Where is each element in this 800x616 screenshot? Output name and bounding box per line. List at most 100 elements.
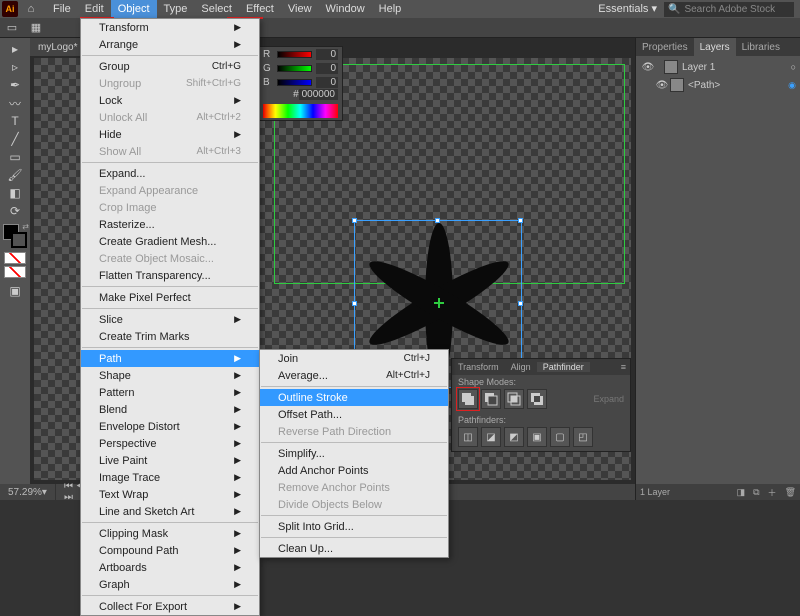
layer-row[interactable]: 👁 <Path> ◉ bbox=[636, 76, 800, 94]
menu-item-split-into-grid[interactable]: Split Into Grid... bbox=[260, 518, 448, 535]
tab-transform[interactable]: Transform bbox=[452, 362, 505, 372]
layer-row[interactable]: 👁 Layer 1 ○ bbox=[636, 58, 800, 76]
menu-item-slice[interactable]: Slice▶ bbox=[81, 311, 259, 328]
minus-front-button[interactable] bbox=[481, 389, 501, 409]
menu-item-expand[interactable]: Expand... bbox=[81, 165, 259, 182]
menu-effect[interactable]: Effect bbox=[239, 0, 281, 18]
tab-layers[interactable]: Layers bbox=[694, 38, 736, 56]
tab-pathfinder[interactable]: Pathfinder bbox=[537, 362, 590, 372]
crop-button[interactable]: ▣ bbox=[527, 427, 547, 447]
menu-type[interactable]: Type bbox=[157, 0, 195, 18]
menu-item-group[interactable]: GroupCtrl+G bbox=[81, 58, 259, 75]
bbox-handle-ne[interactable] bbox=[518, 218, 523, 223]
layer-action-icon[interactable]: ◨ bbox=[733, 487, 750, 498]
menu-item-path[interactable]: Path▶ bbox=[81, 350, 259, 367]
menu-item-live-paint[interactable]: Live Paint▶ bbox=[81, 452, 259, 469]
stroke-swatch[interactable] bbox=[11, 232, 27, 248]
intersect-button[interactable] bbox=[504, 389, 524, 409]
menu-item-compound-path[interactable]: Compound Path▶ bbox=[81, 542, 259, 559]
menu-edit[interactable]: Edit bbox=[78, 0, 111, 18]
menu-item-make-pixel-perfect[interactable]: Make Pixel Perfect bbox=[81, 289, 259, 306]
tab-properties[interactable]: Properties bbox=[636, 38, 694, 56]
new-layer-icon[interactable]: ＋ bbox=[764, 486, 781, 499]
eraser-tool[interactable]: ◧ bbox=[3, 184, 27, 202]
menu-item-create-trim-marks[interactable]: Create Trim Marks bbox=[81, 328, 259, 345]
menu-help[interactable]: Help bbox=[372, 0, 409, 18]
channel-slider[interactable] bbox=[277, 51, 312, 58]
menu-item-collect-for-export[interactable]: Collect For Export▶ bbox=[81, 598, 259, 615]
menu-item-flatten-transparency[interactable]: Flatten Transparency... bbox=[81, 267, 259, 284]
minus-back-button[interactable]: ◰ bbox=[573, 427, 593, 447]
panel-menu-icon[interactable]: ≡ bbox=[617, 362, 630, 372]
path-submenu[interactable]: JoinCtrl+JAverage...Alt+Ctrl+J Outline St… bbox=[259, 349, 449, 558]
menu-item-image-trace[interactable]: Image Trace▶ bbox=[81, 469, 259, 486]
channel-value[interactable]: 0 bbox=[316, 63, 338, 74]
color-panel[interactable]: R0G0B0 # 000000 bbox=[258, 46, 343, 121]
channel-slider[interactable] bbox=[277, 79, 312, 86]
swap-fill-stroke-icon[interactable]: ⇄ bbox=[22, 222, 29, 231]
tab-align[interactable]: Align bbox=[505, 362, 537, 372]
menu-item-arrange[interactable]: Arrange▶ bbox=[81, 36, 259, 53]
menu-item-simplify[interactable]: Simplify... bbox=[260, 445, 448, 462]
menu-item-transform[interactable]: Transform▶ bbox=[81, 19, 259, 36]
screen-mode-icon[interactable]: ▣ bbox=[3, 282, 27, 300]
merge-button[interactable]: ◩ bbox=[504, 427, 524, 447]
bbox-handle-w[interactable] bbox=[352, 301, 357, 306]
menu-item-clipping-mask[interactable]: Clipping Mask▶ bbox=[81, 525, 259, 542]
home-icon[interactable]: ⌂ bbox=[22, 0, 40, 18]
menu-item-line-and-sketch-art[interactable]: Line and Sketch Art▶ bbox=[81, 503, 259, 520]
menu-item-create-gradient-mesh[interactable]: Create Gradient Mesh... bbox=[81, 233, 259, 250]
menu-item-text-wrap[interactable]: Text Wrap▶ bbox=[81, 486, 259, 503]
visibility-icon[interactable]: 👁 bbox=[654, 80, 670, 91]
menu-window[interactable]: Window bbox=[319, 0, 372, 18]
channel-slider[interactable] bbox=[277, 65, 312, 72]
menu-item-lock[interactable]: Lock▶ bbox=[81, 92, 259, 109]
menu-file[interactable]: File bbox=[46, 0, 78, 18]
brush-tool[interactable]: 🖌 bbox=[3, 166, 27, 184]
none-swatch[interactable] bbox=[4, 252, 26, 264]
channel-value[interactable]: 0 bbox=[316, 49, 338, 60]
rotate-tool[interactable]: ⟳ bbox=[3, 202, 27, 220]
search-stock-input[interactable]: 🔍 Search Adobe Stock bbox=[664, 2, 794, 17]
object-menu[interactable]: Transform▶Arrange▶GroupCtrl+GUngroupShif… bbox=[80, 18, 260, 616]
type-tool[interactable]: T bbox=[3, 112, 27, 130]
menu-item-artboards[interactable]: Artboards▶ bbox=[81, 559, 259, 576]
menu-view[interactable]: View bbox=[281, 0, 319, 18]
menu-item-clean-up[interactable]: Clean Up... bbox=[260, 540, 448, 557]
menu-item-add-anchor-points[interactable]: Add Anchor Points bbox=[260, 462, 448, 479]
expand-button[interactable]: Expand bbox=[593, 394, 624, 404]
menu-item-graph[interactable]: Graph▶ bbox=[81, 576, 259, 593]
exclude-button[interactable] bbox=[527, 389, 547, 409]
visibility-icon[interactable]: 👁 bbox=[640, 62, 656, 73]
menu-item-blend[interactable]: Blend▶ bbox=[81, 401, 259, 418]
color-channel-b[interactable]: B0 bbox=[259, 75, 342, 89]
pen-tool[interactable]: ✒ bbox=[3, 76, 27, 94]
line-tool[interactable]: ╱ bbox=[3, 130, 27, 148]
grid-icon[interactable]: ▦ bbox=[28, 20, 44, 36]
doc-setup-icon[interactable]: ▭ bbox=[4, 20, 20, 36]
menu-item-envelope-distort[interactable]: Envelope Distort▶ bbox=[81, 418, 259, 435]
new-sublayer-icon[interactable]: ⧉ bbox=[749, 487, 763, 498]
trim-button[interactable]: ◪ bbox=[481, 427, 501, 447]
menu-item-rasterize[interactable]: Rasterize... bbox=[81, 216, 259, 233]
hex-value[interactable]: 000000 bbox=[299, 89, 338, 100]
none-swatch-2[interactable] bbox=[4, 266, 26, 278]
target-icon[interactable]: ◉ bbox=[788, 80, 796, 91]
menu-item-outline-stroke[interactable]: Outline Stroke bbox=[260, 389, 448, 406]
divide-button[interactable]: ◫ bbox=[458, 427, 478, 447]
direct-selection-tool[interactable]: ▹ bbox=[3, 58, 27, 76]
menu-item-join[interactable]: JoinCtrl+J bbox=[260, 350, 448, 367]
selection-tool[interactable]: ▸ bbox=[3, 40, 27, 58]
curvature-tool[interactable]: 〰 bbox=[3, 94, 27, 112]
bbox-handle-n[interactable] bbox=[435, 218, 440, 223]
color-spectrum[interactable] bbox=[263, 104, 338, 118]
menu-item-perspective[interactable]: Perspective▶ bbox=[81, 435, 259, 452]
menu-item-pattern[interactable]: Pattern▶ bbox=[81, 384, 259, 401]
channel-value[interactable]: 0 bbox=[316, 77, 338, 88]
color-channel-r[interactable]: R0 bbox=[259, 47, 342, 61]
unite-button[interactable] bbox=[458, 389, 478, 409]
zoom-level[interactable]: 57.29% ▾ bbox=[0, 484, 56, 500]
menu-item-average[interactable]: Average...Alt+Ctrl+J bbox=[260, 367, 448, 384]
tab-libraries[interactable]: Libraries bbox=[736, 38, 786, 56]
color-channel-g[interactable]: G0 bbox=[259, 61, 342, 75]
